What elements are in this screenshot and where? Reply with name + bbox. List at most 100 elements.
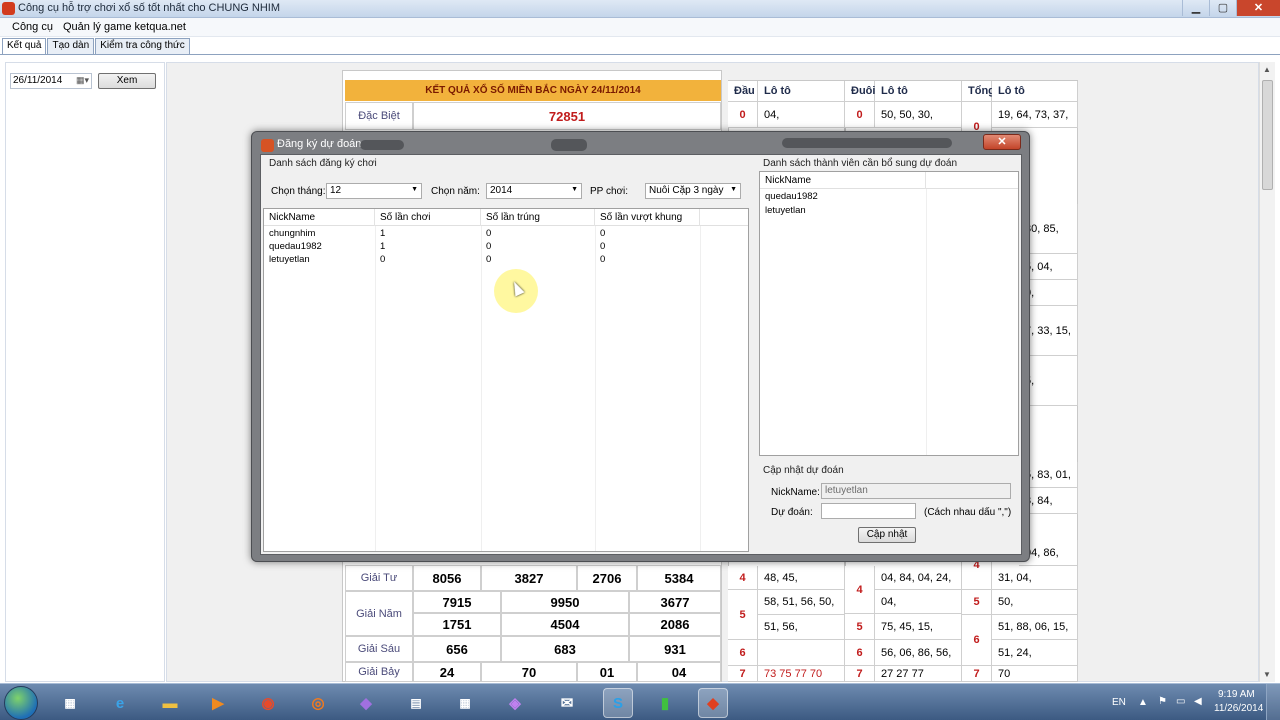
skype-icon[interactable]: S	[603, 688, 633, 718]
prize4-value: 8056	[413, 565, 481, 591]
menu-tools[interactable]: Công cụ	[12, 21, 53, 33]
maximize-button[interactable]: ▢	[1209, 0, 1236, 16]
lottery-app-icon[interactable]: ◆	[698, 688, 728, 718]
tong-0-loto: 19, 64, 73, 37,	[992, 102, 1078, 128]
network-icon[interactable]: ▭	[1176, 696, 1185, 707]
year-select[interactable]: 2014 ▼	[486, 183, 582, 199]
date-picker[interactable]: 26/11/2014 ▦▾	[10, 73, 92, 89]
grid-col-nickname[interactable]: NickName	[264, 209, 375, 226]
grid-cell-plays[interactable]: 1	[375, 241, 385, 252]
date-value: 26/11/2014	[13, 75, 63, 86]
visual-studio-icon[interactable]: ◆	[351, 688, 381, 718]
prize7-value: 04	[637, 662, 721, 682]
menu-manage-game[interactable]: Quản lý game ketqua.net	[63, 21, 186, 33]
redacted-title-text	[782, 138, 952, 148]
close-button[interactable]: ✕	[1236, 0, 1280, 16]
tab-check-formula[interactable]: Kiểm tra công thức	[95, 38, 190, 54]
grid-cell-plays[interactable]: 0	[375, 254, 385, 265]
prize4-value: 3827	[481, 565, 577, 591]
grid-cell-over-frame[interactable]: 0	[595, 254, 605, 265]
grid-cell-over-frame[interactable]: 0	[595, 241, 605, 252]
mail-icon[interactable]: ✉	[552, 688, 582, 718]
folder-icon[interactable]: ▬	[155, 688, 185, 718]
month-select[interactable]: 12 ▼	[326, 183, 422, 199]
prize6-value: 931	[629, 636, 721, 662]
menu-bar: Công cụ Quản lý game ketqua.net	[0, 18, 1280, 37]
grid-cell-over-frame[interactable]: 0	[595, 228, 605, 239]
clock-date[interactable]: 11/26/2014	[1214, 703, 1263, 714]
col-loto: Lô tô	[875, 81, 962, 102]
start-button[interactable]	[4, 686, 38, 720]
duoi-0: 0	[845, 102, 875, 128]
tab-divider	[0, 54, 1280, 55]
firefox-icon[interactable]: ◎	[303, 688, 333, 718]
view-button[interactable]: Xem	[98, 73, 156, 89]
col-duoi: Đuôi	[845, 81, 875, 102]
dialog-body: Danh sách đăng ký chơi Chọn tháng: 12 ▼ …	[260, 154, 1022, 555]
tong-7: 7	[962, 666, 992, 682]
calendar-icon[interactable]: ▦▾	[76, 75, 89, 86]
language-indicator[interactable]: EN	[1112, 697, 1126, 708]
grid-col-plays[interactable]: Số lần chơi	[375, 209, 481, 226]
prize7-value: 01	[577, 662, 637, 682]
update-button[interactable]: Cập nhật	[858, 527, 916, 543]
prize5-value: 9950	[501, 591, 629, 613]
app-icon[interactable]: ▦	[450, 688, 480, 718]
media-player-icon[interactable]: ▶	[203, 688, 233, 718]
missing-members-grid[interactable]: NickName quedau1982 letuyetlan	[759, 171, 1019, 456]
grid-cell-nickname[interactable]: quedau1982	[264, 241, 322, 252]
grid-col-over-frame[interactable]: Số lần vượt khung	[595, 209, 700, 226]
grid-app-icon[interactable]: ▦	[55, 688, 85, 718]
tab-results[interactable]: Kết quả	[2, 38, 47, 55]
grid-col-wins[interactable]: Số lần trúng	[481, 209, 595, 226]
redacted-title-text	[551, 139, 587, 151]
registered-players-grid[interactable]: NickName Số lần chơi Số lần trúng Số lần…	[263, 208, 749, 552]
grid-cell-nickname[interactable]: chungnhim	[264, 228, 315, 239]
special-prize-label: Đặc Biệt	[345, 102, 413, 130]
register-prediction-dialog: Đăng ký dự đoán ✕ Danh sách đăng ký chơi…	[251, 131, 1030, 562]
grid-cell-wins[interactable]: 0	[481, 228, 491, 239]
col-loto: Lô tô	[758, 81, 845, 102]
minimize-button[interactable]: ▁	[1182, 0, 1209, 16]
duoi-4: 4	[845, 566, 875, 614]
grid-cell-plays[interactable]: 1	[375, 228, 385, 239]
duoi-5-loto: 75, 45, 15,	[875, 614, 962, 640]
grid-cell-nickname[interactable]: letuyetlan	[264, 254, 310, 265]
month-value: 12	[330, 185, 342, 196]
app-icon[interactable]: ◈	[500, 688, 530, 718]
app-icon[interactable]: ▤	[401, 688, 431, 718]
window-controls: ▁ ▢ ✕	[1182, 0, 1280, 18]
member-row[interactable]: letuyetlan	[760, 205, 806, 216]
system-tray: EN ▲ ⚑ ▭ ◀ 9:19 AM 11/26/2014	[1110, 684, 1280, 720]
grid-divider	[595, 226, 596, 551]
tab-create-set[interactable]: Tạo dàn	[47, 38, 95, 54]
grid-header: NickName Số lần chơi Số lần trúng Số lần…	[264, 209, 748, 226]
monitor-icon[interactable]: ▮	[650, 688, 680, 718]
clock-time[interactable]: 9:19 AM	[1218, 689, 1255, 700]
grid-cell-wins[interactable]: 0	[481, 254, 491, 265]
members-col-nickname[interactable]: NickName	[760, 172, 926, 189]
chevron-down-icon: ▼	[730, 186, 737, 193]
prize5-value: 4504	[501, 613, 629, 636]
chrome-icon[interactable]: ◉	[253, 688, 283, 718]
flag-icon[interactable]: ⚑	[1158, 696, 1167, 707]
tray-expand-icon[interactable]: ▲	[1138, 697, 1148, 708]
duoi-7: 7	[845, 666, 875, 682]
internet-explorer-icon[interactable]: e	[105, 688, 135, 718]
dialog-close-button[interactable]: ✕	[983, 134, 1021, 150]
scroll-up-arrow-icon[interactable]: ▲	[1263, 65, 1271, 74]
prediction-input[interactable]	[821, 503, 916, 519]
member-row[interactable]: quedau1982	[760, 191, 818, 202]
results-header: KẾT QUẢ XỔ SỐ MIỀN BẮC NGÀY 24/11/2014	[345, 80, 721, 101]
prize4-value: 2706	[577, 565, 637, 591]
prize5-value: 3677	[629, 591, 721, 613]
vertical-scrollbar[interactable]: ▲ ▼	[1259, 62, 1275, 682]
registered-players-group-title: Danh sách đăng ký chơi	[269, 158, 377, 169]
show-desktop-button[interactable]	[1266, 684, 1280, 720]
volume-icon[interactable]: ◀	[1194, 696, 1202, 707]
scroll-down-arrow-icon[interactable]: ▼	[1263, 670, 1271, 679]
grid-cell-wins[interactable]: 0	[481, 241, 491, 252]
play-method-select[interactable]: Nuôi Cặp 3 ngày ▼	[645, 183, 741, 199]
grid-divider	[375, 226, 376, 551]
scroll-thumb[interactable]	[1262, 80, 1273, 190]
